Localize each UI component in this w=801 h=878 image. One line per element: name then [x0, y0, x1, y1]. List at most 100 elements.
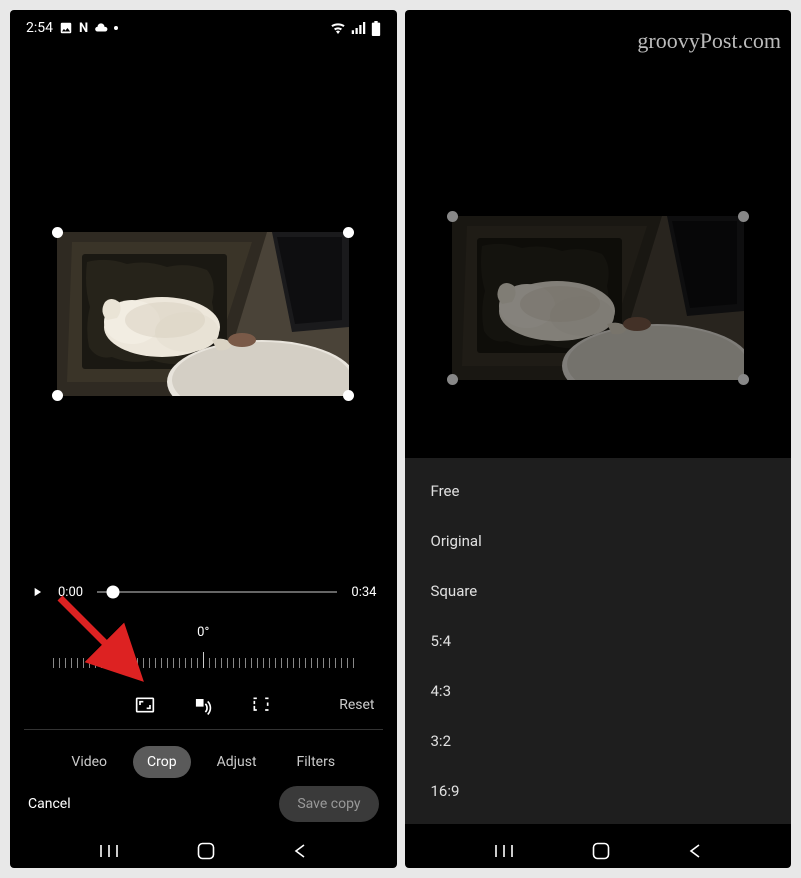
ruler-tick: [185, 658, 186, 668]
crop-handle-tl[interactable]: [447, 211, 458, 222]
ruler-tick: [251, 658, 252, 668]
ruler-tick: [347, 658, 348, 668]
dim-overlay: [452, 216, 744, 380]
status-bar: 2:54 N: [10, 10, 397, 46]
android-nav-bar: [405, 842, 792, 860]
tab-filters[interactable]: Filters: [283, 746, 350, 778]
seek-bar[interactable]: [97, 580, 337, 604]
phone-right: FreeOriginalSquare5:44:33:216:9: [405, 10, 792, 868]
playback-row: 0:00 0:34: [10, 580, 397, 604]
crop-handle-bl[interactable]: [52, 390, 63, 401]
crop-frame[interactable]: [57, 232, 349, 396]
crop-handle-br[interactable]: [738, 374, 749, 385]
ruler-tick: [137, 658, 138, 668]
aspect-ratio-button[interactable]: [134, 694, 156, 716]
aspect-option-original[interactable]: Original: [405, 516, 792, 566]
ruler-tick: [275, 658, 276, 668]
ruler-tick: [71, 658, 72, 668]
ruler-tick: [245, 658, 246, 668]
save-copy-button[interactable]: Save copy: [279, 786, 378, 822]
ruler-tick: [335, 658, 336, 668]
ruler-tick: [215, 658, 216, 668]
battery-icon: [371, 21, 381, 36]
editor-tabs: Video Crop Adjust Filters: [10, 746, 397, 778]
ruler-tick: [101, 658, 102, 668]
ruler-tick: [95, 658, 96, 668]
crop-handle-tr[interactable]: [738, 211, 749, 222]
ruler-tick: [305, 658, 306, 668]
ruler-tick: [203, 652, 204, 668]
aspect-option-3-2[interactable]: 3:2: [405, 716, 792, 766]
wifi-icon: [330, 22, 346, 34]
phone-left: 2:54 N: [10, 10, 397, 868]
ruler-tick: [155, 658, 156, 668]
ruler-tick: [239, 658, 240, 668]
aspect-option-square[interactable]: Square: [405, 566, 792, 616]
recents-button[interactable]: [99, 843, 119, 859]
ruler-tick: [299, 658, 300, 668]
reset-button[interactable]: Reset: [339, 697, 374, 713]
aspect-option-16-9[interactable]: 16:9: [405, 766, 792, 816]
ruler-tick: [65, 658, 66, 668]
netflix-icon: N: [79, 21, 88, 36]
back-button[interactable]: [688, 843, 702, 859]
ruler-tick: [311, 658, 312, 668]
ruler-tick: [323, 658, 324, 668]
screenshot-pair: 2:54 N: [0, 0, 801, 878]
crop-handle-tr[interactable]: [343, 227, 354, 238]
seek-thumb[interactable]: [107, 586, 120, 599]
ruler-tick: [221, 658, 222, 668]
ruler-tick: [107, 658, 108, 668]
ruler-tick: [161, 658, 162, 668]
ruler-tick: [269, 658, 270, 668]
aspect-option-free[interactable]: Free: [405, 466, 792, 516]
ruler-tick: [353, 658, 354, 668]
dot-icon: [114, 26, 118, 30]
ruler-tick: [197, 658, 198, 668]
ruler-tick: [167, 658, 168, 668]
ruler-tick: [233, 658, 234, 668]
recents-button[interactable]: [494, 843, 514, 859]
tab-video[interactable]: Video: [57, 746, 121, 778]
ruler-tick: [179, 658, 180, 668]
android-nav-bar: [10, 842, 397, 860]
rotation-ruler[interactable]: [10, 646, 397, 668]
video-thumbnail: [57, 232, 349, 396]
ruler-tick: [191, 658, 192, 668]
ruler-tick: [119, 658, 120, 668]
aspect-option-4-3[interactable]: 4:3: [405, 666, 792, 716]
ruler-tick: [293, 658, 294, 668]
play-button[interactable]: [30, 585, 44, 599]
duration-time: 0:34: [351, 585, 376, 600]
back-button[interactable]: [293, 843, 307, 859]
ruler-tick: [125, 658, 126, 668]
ruler-tick: [329, 658, 330, 668]
status-time: 2:54: [26, 20, 53, 36]
image-icon: [59, 21, 73, 35]
ruler-tick: [149, 658, 150, 668]
ruler-tick: [131, 658, 132, 668]
crop-handle-bl[interactable]: [447, 374, 458, 385]
video-thumbnail: [452, 216, 744, 380]
signal-icon: [351, 22, 366, 34]
ruler-tick: [341, 658, 342, 668]
crop-handle-br[interactable]: [343, 390, 354, 401]
divider: [24, 729, 383, 730]
aspect-option-5-4[interactable]: 5:4: [405, 616, 792, 666]
home-button[interactable]: [197, 842, 215, 860]
free-crop-button[interactable]: [250, 694, 272, 716]
ruler-tick: [113, 658, 114, 668]
current-time: 0:00: [58, 585, 83, 600]
ruler-tick: [263, 658, 264, 668]
tab-crop[interactable]: Crop: [133, 746, 191, 778]
tab-adjust[interactable]: Adjust: [203, 746, 271, 778]
aspect-ratio-panel: FreeOriginalSquare5:44:33:216:9: [405, 458, 792, 824]
cancel-button[interactable]: Cancel: [28, 796, 71, 812]
ruler-tick: [209, 658, 210, 668]
rotation-angle-label: 0°: [197, 625, 209, 640]
rotate-button[interactable]: [192, 694, 214, 716]
ruler-tick: [53, 658, 54, 668]
home-button[interactable]: [592, 842, 610, 860]
action-row: Cancel Save copy: [10, 786, 397, 822]
crop-frame[interactable]: [452, 216, 744, 380]
